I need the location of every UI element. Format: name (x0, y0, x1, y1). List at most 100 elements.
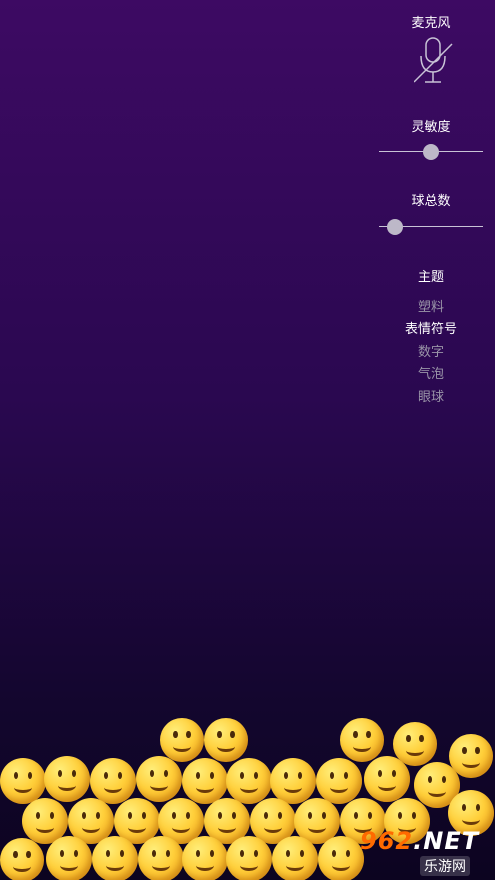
emoji-eye (406, 735, 411, 743)
emoji-eye (329, 771, 335, 780)
emoji-ball (92, 836, 138, 880)
watermark-logo: 962.NET 乐游网 (356, 827, 492, 877)
emoji-eye (186, 731, 191, 739)
theme-option-bubbles[interactable]: 气泡 (367, 363, 495, 382)
emoji-ball (316, 758, 362, 804)
emoji-eye (13, 851, 18, 859)
emoji-mouth (427, 786, 447, 798)
microphone-muted-icon[interactable] (413, 36, 454, 88)
emoji-ball (182, 758, 228, 804)
emoji-eye (462, 747, 467, 755)
theme-option-plastic[interactable]: 塑料 (367, 296, 495, 315)
emoji-eye (195, 849, 201, 858)
ball-count-slider-thumb[interactable] (386, 219, 403, 235)
emoji-eye (391, 769, 397, 778)
emoji-eye (367, 811, 373, 820)
emoji-ball (226, 758, 272, 804)
emoji-ball (364, 756, 410, 802)
emoji-eye (141, 811, 147, 820)
emoji-eye (217, 811, 223, 820)
emoji-mouth (263, 822, 283, 834)
emoji-eye (151, 849, 157, 858)
emoji-mouth (307, 822, 327, 834)
emoji-eye (27, 771, 33, 780)
emoji-eye (26, 851, 31, 859)
theme-option-emoji[interactable]: 表情符号 (367, 318, 495, 337)
sensitivity-slider-thumb[interactable] (423, 144, 439, 160)
emoji-eye (283, 771, 289, 780)
emoji-eye (95, 811, 101, 820)
emoji-eye (165, 849, 171, 858)
emoji-eye (411, 811, 417, 820)
emoji-mouth (103, 782, 123, 794)
emoji-eye (253, 849, 259, 858)
emoji-mouth (195, 782, 215, 794)
emoji-eye (57, 769, 63, 778)
emoji-eye (231, 811, 237, 820)
settings-panel: 麦克风 灵敏度 球总数 主题 塑料 表情符号 数字 气泡 眼球 (367, 0, 495, 420)
emoji-eye (345, 849, 351, 858)
emoji-ball (44, 756, 90, 802)
emoji-eye (277, 811, 283, 820)
emoji-eye (343, 771, 349, 780)
emoji-mouth (331, 860, 351, 872)
emoji-ball (160, 718, 204, 762)
emoji-mouth (35, 822, 55, 834)
emoji-eye (461, 803, 467, 812)
emoji-eye (321, 811, 327, 820)
theme-label: 主题 (417, 270, 444, 285)
theme-option-eyeballs[interactable]: 眼球 (367, 386, 495, 405)
emoji-mouth (81, 822, 101, 834)
ball-count-label: 球总数 (411, 194, 451, 209)
emoji-mouth (462, 757, 480, 768)
emoji-eye (117, 771, 123, 780)
emoji-eye (49, 811, 55, 820)
emoji-eye (253, 771, 259, 780)
emoji-eye (73, 849, 79, 858)
emoji-eye (103, 771, 109, 780)
emoji-eye (59, 849, 65, 858)
emoji-ball (136, 756, 182, 802)
emoji-mouth (285, 860, 305, 872)
emoji-ball (182, 836, 228, 880)
emoji-eye (149, 769, 155, 778)
emoji-eye (127, 811, 133, 820)
emoji-eye (419, 735, 424, 743)
emoji-ball (340, 718, 384, 762)
emoji-ball (204, 718, 248, 762)
emoji-mouth (283, 782, 303, 794)
emoji-eye (239, 771, 245, 780)
emoji-mouth (239, 782, 259, 794)
emoji-mouth (461, 814, 481, 826)
emoji-eye (297, 771, 303, 780)
emoji-eye (185, 811, 191, 820)
emoji-mouth (173, 741, 191, 752)
emoji-ball (90, 758, 136, 804)
ball-count-slider[interactable] (379, 217, 483, 237)
emoji-ball (0, 758, 46, 804)
emoji-mouth (217, 822, 237, 834)
emoji-eye (475, 803, 481, 812)
emoji-eye (397, 811, 403, 820)
emoji-mouth (377, 780, 397, 792)
theme-option-numbers[interactable]: 数字 (367, 341, 495, 360)
emoji-eye (171, 811, 177, 820)
emoji-mouth (353, 741, 371, 752)
emoji-eye (209, 849, 215, 858)
emoji-eye (299, 849, 305, 858)
emoji-mouth (13, 782, 33, 794)
emoji-eye (105, 849, 111, 858)
emoji-eye (217, 731, 222, 739)
watermark-caption: 乐游网 (420, 856, 470, 876)
emoji-eye (427, 775, 433, 784)
emoji-eye (239, 849, 245, 858)
emoji-mouth (13, 861, 31, 872)
emoji-ball (138, 836, 184, 880)
sensitivity-label: 灵敏度 (411, 120, 451, 135)
emoji-ball (0, 838, 44, 880)
emoji-ball (226, 836, 272, 880)
emoji-ball (270, 758, 316, 804)
sensitivity-slider[interactable] (379, 142, 483, 162)
emoji-eye (163, 769, 169, 778)
emoji-eye (263, 811, 269, 820)
